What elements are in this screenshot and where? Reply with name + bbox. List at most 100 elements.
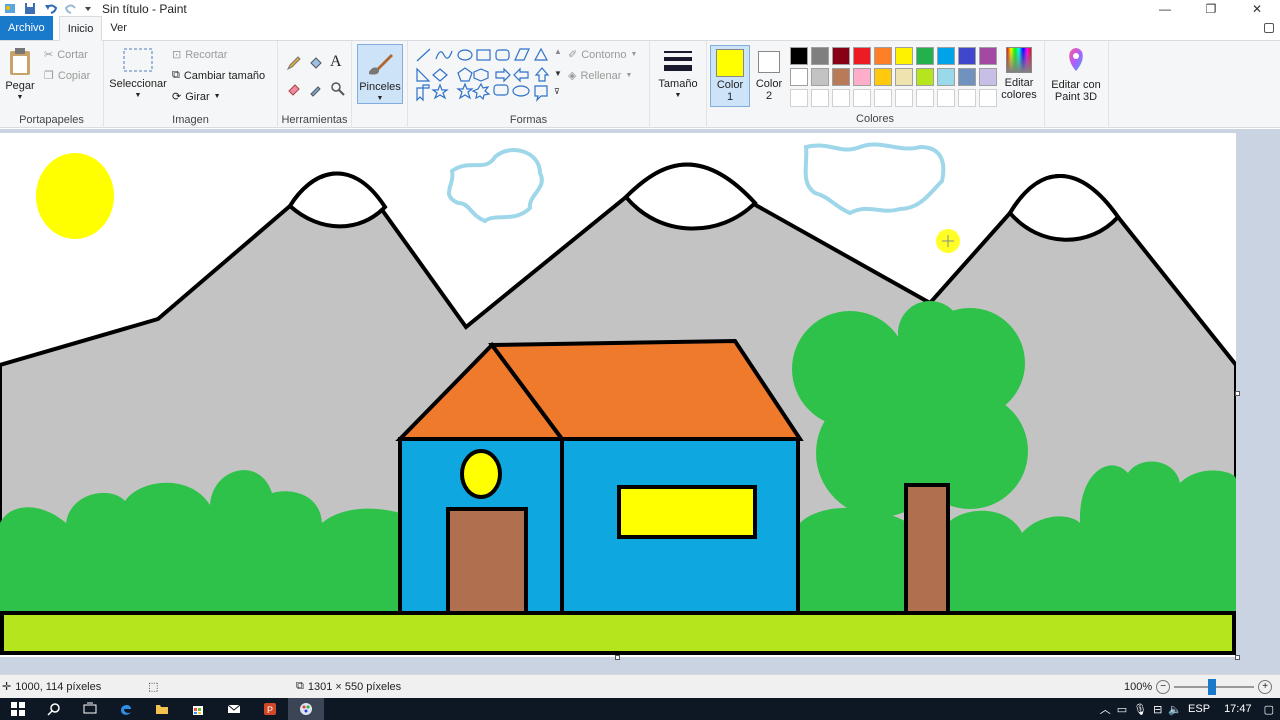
battery-icon[interactable]: ▭ [1117,703,1127,716]
resize-handle-corner[interactable] [1235,655,1240,660]
save-icon[interactable] [24,2,38,15]
palette-swatch[interactable] [832,47,850,65]
palette-swatch[interactable] [832,68,850,86]
window-controls: — ❐ ✕ [1142,0,1280,17]
palette-swatch[interactable] [958,68,976,86]
search-button[interactable] [36,698,72,720]
palette-swatch[interactable] [916,47,934,65]
minimize-button[interactable]: — [1142,0,1188,17]
zoom-slider[interactable] [1174,678,1255,695]
volume-icon[interactable]: 🔈 [1168,703,1182,716]
start-button[interactable] [0,698,36,720]
brushes-button[interactable]: Pinceles ▼ [357,44,403,104]
edge-icon [121,704,131,715]
paste-button[interactable]: Pegar ▼ [4,47,36,104]
palette-swatch[interactable] [853,47,871,65]
pencil-icon[interactable] [286,55,302,71]
palette-swatch[interactable] [979,89,997,107]
tab-home[interactable]: Inicio [58,16,103,41]
palette-swatch[interactable] [790,47,808,65]
palette-swatch[interactable] [895,68,913,86]
palette-swatch[interactable] [853,68,871,86]
brushes-dropdown-icon: ▼ [376,95,384,102]
mail-button[interactable] [216,698,252,720]
shapes-expand-icon[interactable]: ⊽ [554,87,560,96]
edit-paint3d-button[interactable]: Editar con Paint 3D [1046,45,1106,103]
powerpoint-button[interactable]: P [252,698,288,720]
text-tool-icon[interactable]: A [330,53,342,71]
resize-button[interactable]: ⧉ Cambiar tamaño [172,69,265,82]
palette-swatch[interactable] [937,68,955,86]
shapes-scroll-up-icon[interactable]: ▲ [554,47,562,56]
palette-swatch[interactable] [811,89,829,107]
tab-file[interactable]: Archivo [0,16,53,40]
close-button[interactable]: ✕ [1234,0,1280,17]
palette-swatch[interactable] [874,89,892,107]
zoom-slider-thumb[interactable] [1208,678,1217,695]
paint-taskbar-button[interactable] [288,698,324,720]
palette-swatch[interactable] [916,89,934,107]
color2-button[interactable]: Color 2 [752,45,786,107]
resize-handle-right[interactable] [1235,391,1240,396]
fill-bucket-icon[interactable] [308,55,324,71]
language-indicator[interactable]: ESP [1188,703,1210,715]
edge-taskbar-button[interactable] [108,698,144,720]
store-button[interactable] [180,698,216,720]
eraser-icon[interactable] [286,81,302,97]
palette-swatch[interactable] [811,47,829,65]
edit-colors-button[interactable]: Editar colores [998,45,1040,101]
palette-swatch[interactable] [958,47,976,65]
color-picker-icon[interactable] [308,81,324,97]
tab-view[interactable]: Ver [102,16,135,40]
network-icon[interactable]: ⊟ [1153,703,1162,716]
palette-swatch[interactable] [979,47,997,65]
select-button[interactable]: Seleccionar ▼ [108,47,168,102]
undo-icon[interactable] [44,2,58,15]
restore-button[interactable]: ❐ [1188,0,1234,17]
help-icon[interactable] [1264,23,1274,33]
color-wheel-icon [1006,47,1032,73]
drawing-canvas[interactable] [0,133,1238,657]
taskbar: P ︿ ▭ 🎙 ⊟ 🔈 ESP 17:47 ▢ [0,698,1280,720]
cut-button[interactable]: ✂ Cortar [44,48,88,62]
palette-swatch[interactable] [979,68,997,86]
notifications-icon[interactable]: ▢ [1264,703,1274,716]
copy-button[interactable]: ❐ Copiar [44,69,90,83]
palette-swatch[interactable] [790,68,808,86]
microphone-icon[interactable]: 🎙 [1133,703,1147,716]
palette-swatch[interactable] [874,68,892,86]
palette-swatch[interactable] [895,89,913,107]
magnifier-icon[interactable] [330,81,346,97]
palette-swatch[interactable] [895,47,913,65]
palette-swatch[interactable] [790,89,808,107]
fill-button[interactable]: ◈ Rellenar ▼ [568,69,632,83]
palette-swatch[interactable] [853,89,871,107]
drawing [0,142,1238,655]
task-view-icon [83,702,97,714]
size-button[interactable]: Tamaño ▼ [654,47,702,102]
color1-button[interactable]: Color 1 [710,45,750,107]
rotate-button[interactable]: ⟳ Girar ▼ [172,90,221,104]
edit-colors-label-1: Editar [1004,77,1034,89]
palette-swatch[interactable] [811,68,829,86]
shapes-scroll-down-icon[interactable]: ▼ [554,69,562,78]
zoom-out-button[interactable]: − [1156,679,1171,694]
shapes-gallery[interactable] [414,45,564,105]
palette-swatch[interactable] [916,68,934,86]
clock[interactable]: 17:47 [1224,703,1252,715]
palette-swatch[interactable] [958,89,976,107]
outline-button[interactable]: ✐ Contorno ▼ [568,48,637,62]
customize-toolbar-icon[interactable] [84,2,92,15]
show-hidden-icons-icon[interactable]: ︿ [1100,701,1111,717]
resize-handle-bottom[interactable] [615,655,620,660]
tools-group-label: Herramientas [281,114,348,126]
palette-swatch[interactable] [937,47,955,65]
task-view-button[interactable] [72,698,108,720]
file-explorer-button[interactable] [144,698,180,720]
palette-swatch[interactable] [832,89,850,107]
redo-icon[interactable] [64,2,78,15]
crop-button[interactable]: ⊡ Recortar [172,48,227,62]
palette-swatch[interactable] [937,89,955,107]
palette-swatch[interactable] [874,47,892,65]
zoom-in-button[interactable]: + [1258,679,1273,694]
